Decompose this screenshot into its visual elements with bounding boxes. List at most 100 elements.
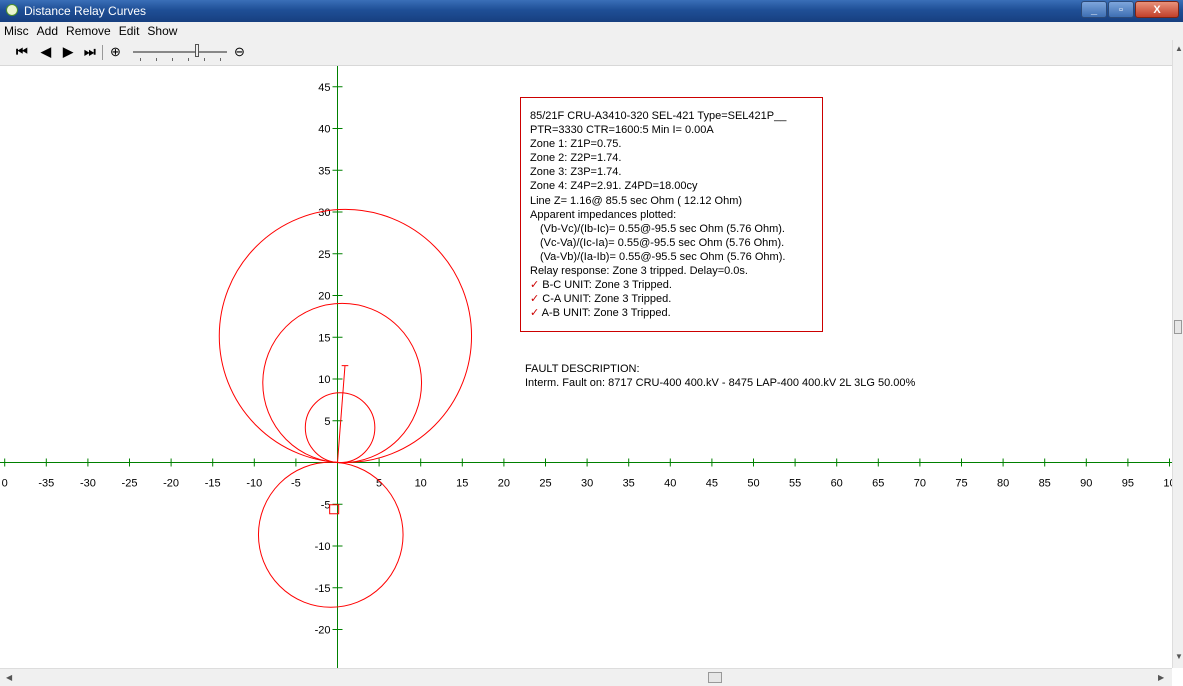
relay-circle <box>218 208 473 464</box>
x-tick-label: 70 <box>914 478 926 490</box>
apparent-impedance: (Vb-Vc)/(Ib-Ic)= 0.55@-95.5 sec Ohm (5.7… <box>540 222 785 235</box>
y-tick-label: 20 <box>318 291 330 303</box>
x-tick-label: 65 <box>872 478 884 490</box>
unit-status-text: C-A UNIT: Zone 3 Tripped. <box>542 293 672 306</box>
menu-add[interactable]: Add <box>33 22 62 38</box>
x-tick-label: -10 <box>246 478 262 490</box>
zoom-slider[interactable] <box>133 51 227 53</box>
app-icon <box>6 4 18 16</box>
y-tick-label: -5 <box>321 499 331 511</box>
apparent-impedance: (Va-Vb)/(Ia-Ib)= 0.55@-95.5 sec Ohm (5.7… <box>540 250 786 263</box>
info-line: Line Z= 1.16@ 85.5 sec Ohm ( 12.12 Ohm) <box>530 194 743 207</box>
menu-remove[interactable]: Remove <box>62 22 115 38</box>
x-tick-label: 90 <box>1080 478 1092 490</box>
x-tick-label: 35 <box>623 478 635 490</box>
x-tick-label: 30 <box>581 478 593 490</box>
x-tick-label: 50 <box>747 478 759 490</box>
y-tick-label: -20 <box>315 625 331 637</box>
scroll-left-icon[interactable]: ◀ <box>6 673 12 682</box>
y-tick-label: -10 <box>315 541 331 553</box>
menu-edit[interactable]: Edit <box>115 22 144 38</box>
x-tick-label: -25 <box>122 478 138 490</box>
x-tick-label: 25 <box>539 478 551 490</box>
y-tick-label: 15 <box>318 332 330 344</box>
zoom-out-icon[interactable]: ⊖ <box>234 45 245 59</box>
last-icon[interactable]: ⏭ <box>84 45 96 59</box>
y-tick-label: 10 <box>318 374 330 386</box>
zoom-in-icon[interactable]: ⊕ <box>110 45 121 59</box>
scroll-up-icon[interactable]: ▲ <box>1175 44 1183 53</box>
fault-description: FAULT DESCRIPTION: Interm. Fault on: 871… <box>525 362 915 390</box>
toolbar: ⏮ ◀ ▶ ⏭ ⊕ ⊖ <box>0 40 1183 66</box>
relay-response: Relay response: Zone 3 tripped. Delay=0.… <box>530 265 748 278</box>
check-icon: ✓ <box>530 293 540 306</box>
slider-tick <box>156 58 157 61</box>
x-tick-label: 10 <box>1163 478 1172 490</box>
x-tick-label: 0 <box>2 478 8 490</box>
x-tick-label: 40 <box>664 478 676 490</box>
maximize-button[interactable]: ▫ <box>1108 1 1134 18</box>
info-line: 85/21F CRU-A3410-320 SEL-421 Type=SEL421… <box>530 110 787 122</box>
info-line: Zone 4: Z4P=2.91. Z4PD=18.00cy <box>530 180 698 193</box>
info-line: Zone 3: Z3P=1.74. <box>530 166 622 179</box>
prev-icon[interactable]: ◀ <box>41 45 51 59</box>
slider-tick <box>140 58 141 61</box>
x-tick-label: 20 <box>498 478 510 490</box>
unit-status-text: B-C UNIT: Zone 3 Tripped. <box>542 279 672 292</box>
x-tick-label: 60 <box>831 478 843 490</box>
check-icon: ✓ <box>530 307 540 320</box>
x-tick-label: 55 <box>789 478 801 490</box>
y-tick-label: 5 <box>324 416 330 428</box>
menu-bar: Misc Add Remove Edit Show <box>0 22 1183 40</box>
unit-status: ✓ B-C UNIT: Zone 3 Tripped. <box>530 278 822 292</box>
y-tick-label: 25 <box>318 249 330 261</box>
minimize-button[interactable]: _ <box>1081 1 1107 18</box>
y-tick-label: 35 <box>318 165 330 177</box>
relay-circle <box>262 302 423 464</box>
menu-misc[interactable]: Misc <box>0 22 33 38</box>
info-line: Zone 1: Z1P=0.75. <box>530 138 622 151</box>
check-icon: ✓ <box>530 279 540 292</box>
x-tick-label: 15 <box>456 478 468 490</box>
next-icon[interactable]: ▶ <box>63 45 73 59</box>
scroll-right-icon[interactable]: ▶ <box>1158 673 1164 682</box>
first-icon[interactable]: ⏮ <box>16 45 28 59</box>
y-tick-label: 30 <box>318 207 330 219</box>
slider-tick <box>220 58 221 61</box>
horizontal-scrollbar[interactable]: ◀ ▶ <box>0 668 1172 686</box>
horizontal-scroll-thumb[interactable] <box>708 672 722 683</box>
fault-text: Interm. Fault on: 8717 CRU-400 400.kV - … <box>525 377 916 389</box>
slider-tick <box>188 58 189 61</box>
y-tick-label: 45 <box>318 82 330 94</box>
vertical-scroll-thumb[interactable] <box>1174 320 1182 334</box>
x-tick-label: 45 <box>706 478 718 490</box>
x-tick-label: -30 <box>80 478 96 490</box>
window-controls: _ ▫ X <box>1080 1 1179 19</box>
y-tick-label: 40 <box>318 124 330 136</box>
info-line: Zone 2: Z2P=1.74. <box>530 152 622 165</box>
apparent-impedance: (Vc-Va)/(Ic-Ia)= 0.55@-95.5 sec Ohm (5.7… <box>540 236 785 249</box>
line-impedance <box>337 365 346 463</box>
x-tick-label: 95 <box>1122 478 1134 490</box>
scroll-down-icon[interactable]: ▼ <box>1175 652 1183 661</box>
close-button[interactable]: X <box>1135 1 1179 18</box>
x-tick-label: 85 <box>1039 478 1051 490</box>
info-line: Apparent impedances plotted: <box>530 208 677 221</box>
x-tick-label: 10 <box>415 478 427 490</box>
relay-info-box: 85/21F CRU-A3410-320 SEL-421 Type=SEL421… <box>520 97 823 332</box>
zoom-slider-thumb[interactable] <box>195 44 199 57</box>
fault-heading: FAULT DESCRIPTION: <box>525 363 640 375</box>
y-tick-label: -15 <box>315 583 331 595</box>
window-title: Distance Relay Curves <box>24 4 147 18</box>
x-tick-label: 80 <box>997 478 1009 490</box>
info-line: PTR=3330 CTR=1600:5 Min I= 0.00A <box>530 124 714 137</box>
x-tick-label: -20 <box>163 478 179 490</box>
unit-status-text: A-B UNIT: Zone 3 Tripped. <box>541 307 671 320</box>
x-tick-label: -35 <box>38 478 54 490</box>
slider-tick <box>172 58 173 61</box>
x-tick-label: -5 <box>291 478 301 490</box>
vertical-scrollbar[interactable]: ▲ ▼ <box>1172 40 1183 668</box>
menu-show[interactable]: Show <box>143 22 181 38</box>
unit-status: ✓ C-A UNIT: Zone 3 Tripped. <box>530 292 822 306</box>
title-bar[interactable]: Distance Relay Curves _ ▫ X <box>0 0 1183 22</box>
